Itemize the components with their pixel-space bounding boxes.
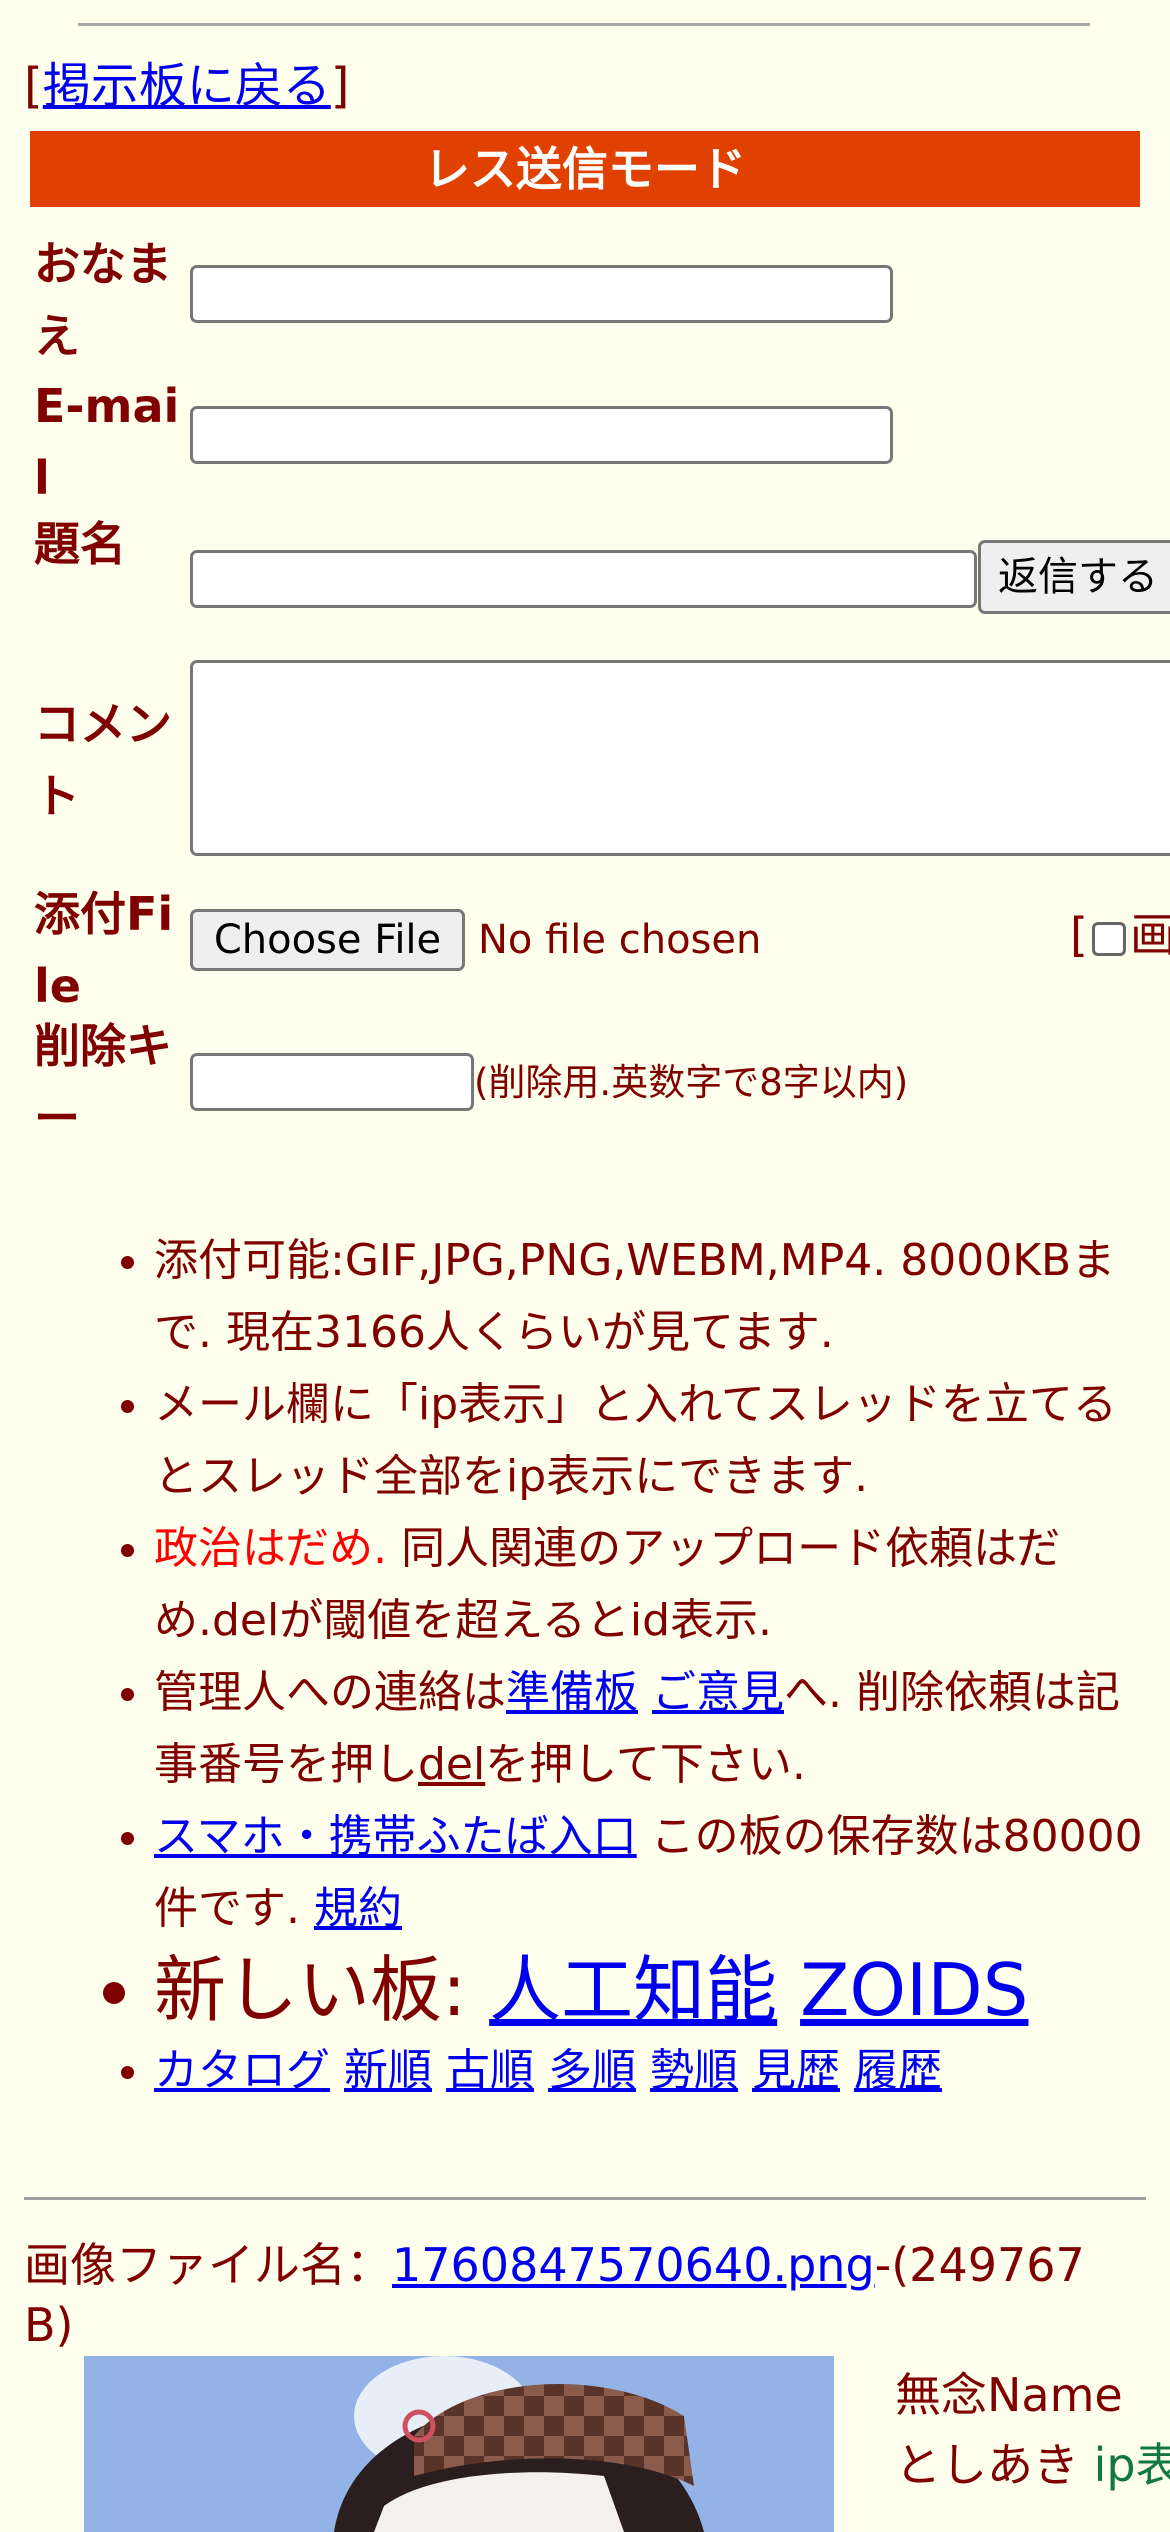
file-label: 画像ファイル名： (24, 2238, 392, 2292)
name-input[interactable] (190, 265, 893, 323)
del-reference: del (418, 1739, 486, 1790)
terms-link[interactable]: 規約 (314, 1883, 402, 1934)
ip-display-label: ip表示 (1093, 2438, 1170, 2492)
back-to-board-link[interactable]: 掲示板に戻る (43, 58, 331, 114)
thumbnail-illustration (84, 2356, 834, 2532)
mobile-entrance-link[interactable]: スマホ・携帯ふたば入口 (154, 1811, 637, 1862)
email-input[interactable] (190, 406, 893, 464)
back-close-bracket: ] (330, 58, 350, 114)
delete-key-input[interactable] (190, 1053, 474, 1111)
poster-name-label: 無念Name (895, 2368, 1123, 2422)
subject-label: 題名 (34, 517, 126, 571)
back-open-bracket: [ (24, 58, 43, 114)
delete-key-label: 削除キー (34, 1019, 172, 1145)
attach-label: 添付File (34, 887, 174, 1013)
post-header: 無念Name としあき ip表示 (895, 2360, 1170, 2500)
image-option-bracket: [ (1070, 908, 1088, 962)
back-nav: [掲示板に戻る] (24, 58, 349, 116)
reply-mode-banner: レス送信モード (30, 131, 1140, 207)
email-label: E-mail (34, 379, 180, 505)
no-file-status: No file chosen (478, 917, 762, 963)
history-link[interactable]: 履歴 (854, 2045, 942, 2096)
rule-ip-display: メール欄に「ip表示」と入れてスレッドを立てるとスレッド全部をip表示にできます… (154, 1369, 1150, 1513)
rule-politics-warning: 政治はだめ. (154, 1523, 388, 1574)
file-name-link[interactable]: 1760847570640.png (392, 2238, 875, 2292)
post-file-info: 画像ファイル名：1760847570640.png-(249767 B) (24, 2235, 1144, 2355)
choose-file-button[interactable]: Choose File (190, 909, 465, 971)
image-option-label: 画 (1129, 908, 1170, 962)
catalog-link[interactable]: カタログ (154, 2045, 330, 2096)
delete-key-note: (削除用.英数字で8字以内) (474, 1061, 909, 1104)
poster-author: としあき (895, 2438, 1079, 2492)
sort-most-replies-link[interactable]: 多順 (548, 2045, 636, 2096)
view-history-link[interactable]: 見歴 (752, 2045, 840, 2096)
section-divider (24, 2197, 1146, 2200)
sort-momentum-link[interactable]: 勢順 (650, 2045, 738, 2096)
subject-input[interactable] (190, 550, 977, 608)
rule-contact-text-c: を押して下さい. (485, 1739, 806, 1790)
submit-reply-button[interactable]: 返信する (978, 540, 1170, 614)
rule-contact: 管理人への連絡は準備板 ご意見へ. 削除依頼は記事番号を押しdelを押して下さい… (154, 1657, 1150, 1801)
rule-attachments: 添付可能:GIF,JPG,PNG,WEBM,MP4. 8000KBまで. 現在3… (154, 1225, 1150, 1369)
rule-politics: 政治はだめ. 同人関連のアップロード依頼はだめ.delが閾値を超えるとid表示. (154, 1513, 1150, 1657)
prep-board-link[interactable]: 準備板 (506, 1667, 638, 1718)
zoids-board-link[interactable]: ZOIDS (800, 1948, 1028, 2032)
comment-label: コメント (34, 697, 172, 823)
rule-attachments-text: 添付可能:GIF,JPG,PNG,WEBM,MP4. 8000KBまで. 現在3… (154, 1235, 1116, 1358)
rule-sort-links: カタログ 新順 古順 多順 勢順 見歴 履歴 (154, 2035, 1150, 2107)
image-option: [画 (1070, 905, 1170, 965)
rule-contact-text-a: 管理人への連絡は (154, 1667, 506, 1718)
new-boards-text: 新しい板: (154, 1948, 490, 2032)
rule-new-boards: 新しい板: 人工知能 ZOIDS (154, 1945, 1150, 2035)
sort-newest-link[interactable]: 新順 (344, 2045, 432, 2096)
feedback-link[interactable]: ご意見 (652, 1667, 784, 1718)
sort-oldest-link[interactable]: 古順 (446, 2045, 534, 2096)
rule-mobile: スマホ・携帯ふたば入口 この板の保存数は80000件です. 規約 (154, 1801, 1150, 1945)
board-rules-list: 添付可能:GIF,JPG,PNG,WEBM,MP4. 8000KBまで. 現在3… (0, 1225, 1150, 2107)
ai-board-link[interactable]: 人工知能 (489, 1948, 777, 2032)
top-divider (78, 23, 1090, 26)
image-option-checkbox[interactable] (1091, 921, 1126, 956)
rule-ip-display-text: メール欄に「ip表示」と入れてスレッドを立てるとスレッド全部をip表示にできます… (154, 1379, 1117, 1502)
comment-textarea[interactable] (190, 660, 1170, 856)
post-image-thumbnail[interactable] (84, 2356, 834, 2532)
name-label: おなまえ (34, 237, 172, 363)
